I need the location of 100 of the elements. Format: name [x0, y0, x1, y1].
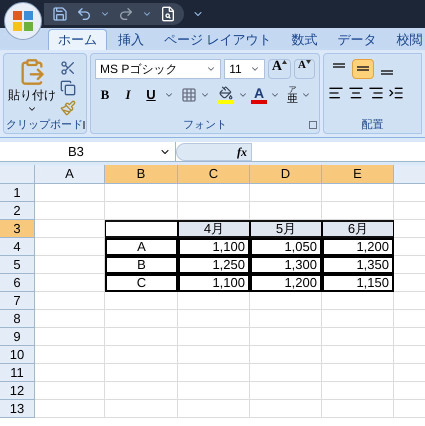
insert-function-button[interactable]: fx [176, 142, 252, 160]
paste-button[interactable]: 貼り付け [8, 58, 56, 117]
select-all-corner[interactable] [0, 165, 35, 184]
bold-button[interactable]: B [95, 85, 115, 105]
grow-font-button[interactable]: A [268, 59, 292, 79]
table-cell[interactable]: B [105, 256, 178, 274]
empty-cell[interactable] [250, 328, 322, 346]
indent-icon[interactable] [388, 85, 404, 101]
row-header[interactable]: 1 [0, 184, 35, 202]
empty-cell[interactable] [105, 328, 178, 346]
middle-align-icon[interactable] [352, 59, 374, 79]
table-cell[interactable]: A [105, 238, 178, 256]
shrink-font-button[interactable]: A [294, 59, 315, 79]
column-header[interactable]: B [105, 165, 178, 184]
empty-cell[interactable] [178, 346, 250, 364]
table-cell[interactable]: 1,050 [250, 238, 322, 256]
row-header[interactable]: 7 [0, 292, 35, 310]
empty-cell[interactable] [178, 400, 250, 418]
empty-cell[interactable] [105, 310, 178, 328]
column-header[interactable]: E [322, 165, 394, 184]
undo-icon[interactable] [76, 6, 92, 22]
redo-icon[interactable] [118, 6, 134, 22]
borders-icon[interactable] [181, 87, 197, 103]
table-cell[interactable]: C [105, 274, 178, 292]
empty-cell[interactable] [322, 292, 394, 310]
align-center-icon[interactable] [348, 85, 364, 101]
row-header[interactable]: 10 [0, 346, 35, 364]
table-cell[interactable]: 1,100 [178, 274, 250, 292]
format-painter-icon[interactable] [60, 100, 76, 116]
font-size-field[interactable]: 11 [224, 59, 265, 79]
row-header[interactable]: 4 [0, 238, 35, 256]
empty-cell[interactable] [322, 328, 394, 346]
print-preview-icon[interactable] [160, 6, 176, 22]
italic-button[interactable]: I [118, 85, 138, 105]
empty-cell[interactable] [322, 400, 394, 418]
table-cell[interactable]: 4月 [178, 220, 250, 238]
empty-cell[interactable] [322, 310, 394, 328]
empty-cell[interactable] [250, 346, 322, 364]
column-header[interactable]: D [250, 165, 322, 184]
ribbon-tab[interactable]: 挿入 [109, 29, 153, 50]
fill-color-icon[interactable] [217, 86, 235, 104]
font-name-field[interactable]: MS Pゴシック [95, 59, 222, 79]
dialog-launcher-icon[interactable] [309, 121, 317, 129]
align-right-icon[interactable] [368, 85, 384, 101]
office-button[interactable] [4, 2, 42, 40]
copy-icon[interactable] [60, 80, 76, 96]
empty-cell[interactable] [105, 292, 178, 310]
font-color-button[interactable]: A [251, 86, 267, 104]
align-left-icon[interactable] [328, 85, 344, 101]
table-cell[interactable]: 1,150 [322, 274, 394, 292]
active-cell[interactable] [105, 220, 178, 238]
ribbon-tab[interactable]: 校閲 [388, 29, 425, 50]
empty-cell[interactable] [322, 346, 394, 364]
ribbon-tab[interactable]: データ [328, 29, 386, 50]
table-cell[interactable]: 1,300 [250, 256, 322, 274]
row-header[interactable]: 8 [0, 310, 35, 328]
row-header[interactable]: 5 [0, 256, 35, 274]
empty-cell[interactable] [322, 184, 394, 202]
ribbon-tab[interactable]: ページ レイアウト [155, 29, 281, 50]
empty-cell[interactable] [250, 400, 322, 418]
save-icon[interactable] [52, 6, 68, 22]
empty-cell[interactable] [178, 184, 250, 202]
table-cell[interactable]: 1,200 [250, 274, 322, 292]
empty-cell[interactable] [250, 184, 322, 202]
empty-cell[interactable] [322, 364, 394, 382]
empty-cell[interactable] [178, 292, 250, 310]
table-cell[interactable]: 1,350 [322, 256, 394, 274]
column-header[interactable] [394, 165, 425, 184]
empty-cell[interactable] [178, 382, 250, 400]
empty-cell[interactable] [250, 382, 322, 400]
empty-cell[interactable] [105, 184, 178, 202]
empty-cell[interactable] [178, 310, 250, 328]
row-header[interactable]: 13 [0, 400, 35, 418]
table-cell[interactable]: 1,100 [178, 238, 250, 256]
phonetic-guide-button[interactable]: ア 亜 [287, 86, 298, 104]
row-header[interactable]: 9 [0, 328, 35, 346]
table-cell[interactable]: 5月 [250, 220, 322, 238]
column-header[interactable]: A [35, 165, 105, 184]
column-header[interactable]: C [178, 165, 250, 184]
row-header[interactable]: 11 [0, 364, 35, 382]
row-header[interactable]: 2 [0, 202, 35, 220]
ribbon-tab[interactable]: ホーム [48, 29, 107, 50]
empty-cell[interactable] [250, 292, 322, 310]
empty-cell[interactable] [105, 382, 178, 400]
row-header[interactable]: 12 [0, 382, 35, 400]
empty-cell[interactable] [250, 310, 322, 328]
empty-cell[interactable] [178, 364, 250, 382]
row-header[interactable]: 6 [0, 274, 35, 292]
underline-button[interactable]: U [141, 85, 161, 105]
empty-cell[interactable] [178, 328, 250, 346]
table-cell[interactable]: 1,200 [322, 238, 394, 256]
cut-icon[interactable] [60, 60, 76, 76]
ribbon-tab[interactable]: 数式 [282, 29, 327, 50]
empty-cell[interactable] [105, 346, 178, 364]
empty-cell[interactable] [322, 382, 394, 400]
table-cell[interactable]: 1,250 [178, 256, 250, 274]
table-cell[interactable]: 6月 [322, 220, 394, 238]
empty-cell[interactable] [250, 364, 322, 382]
row-header[interactable]: 3 [0, 220, 35, 238]
empty-cell[interactable] [105, 400, 178, 418]
